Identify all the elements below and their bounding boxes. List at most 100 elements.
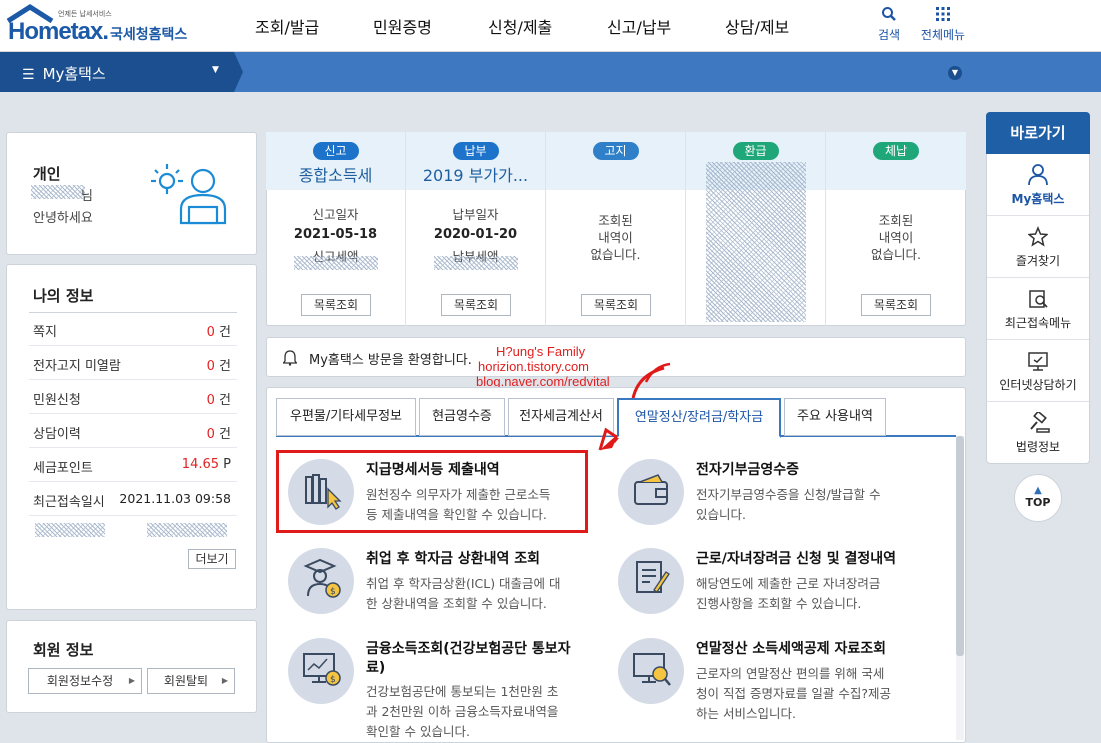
member-info-panel: 회원 정보 회원정보수정 ▶ 회원탈퇴 ▶ (6, 620, 257, 713)
hamburger-icon: ☰ (22, 67, 35, 83)
tab-mail[interactable]: 우편물/기타세무정보 (276, 398, 416, 436)
title-line: 금융소득조회(건강보험공단 통보자 (366, 641, 571, 657)
row-value: 2021.11.03 09:58 (119, 491, 231, 506)
grid-menu-icon (936, 7, 950, 21)
list-button[interactable]: 목록조회 (581, 294, 651, 316)
service-desc: 건강보험공단에 통보되는 1천만원 초 (366, 684, 559, 699)
scrollbar-thumb[interactable] (956, 436, 964, 656)
info-row-e-notice[interactable]: 전자고지 미열람 0 건 (29, 346, 237, 380)
notice-text[interactable]: My홈택스 방문을 환영합니다. (309, 349, 472, 368)
service-title: 지급명세서등 제출내역 (366, 462, 500, 478)
row-unit: 건 (219, 359, 231, 374)
row-label: 민원신청 (33, 393, 81, 408)
service-student-loan[interactable]: $ 취업 후 학자금 상환내역 조회 취업 후 학자금상환(ICL) 대출금에 … (280, 544, 590, 624)
service-year-end-data[interactable]: 연말정산 소득세액공제 자료조회 근로자의 연말정산 편의를 위해 국세 청이 … (610, 634, 920, 734)
quick-label: My홈택스 (1011, 192, 1065, 206)
row-value: 0 (206, 393, 215, 408)
chevron-down-icon[interactable]: ▼ (948, 66, 962, 80)
quick-online-consult[interactable]: 인터넷상담하기 (987, 340, 1089, 402)
status-notice: 고지 조회된 내역이 없습니다. 목록조회 (546, 132, 686, 326)
status-title[interactable]: 종합소득세 (266, 162, 405, 186)
watermark-line: H?ung's Family (496, 344, 586, 359)
user-type: 개인 (33, 165, 61, 183)
bar-notch (234, 52, 243, 92)
greeting: 안녕하세요 (33, 211, 93, 226)
row-label: 전자고지 미열람 (33, 359, 121, 374)
empty-msg: 조회된 (598, 213, 633, 228)
search-label: 검색 (877, 28, 901, 42)
list-button[interactable]: 목록조회 (301, 294, 371, 316)
arrow-up-icon: ▲ (1034, 485, 1042, 496)
svg-text:$: $ (330, 587, 336, 597)
nav-report-pay[interactable]: 신고/납부 (607, 14, 671, 38)
empty-msg: 내역이 (598, 230, 633, 245)
hometax-logo[interactable]: 언제든 납세서비스 Hometax. 국세청홈택스 (6, 4, 196, 48)
nav-consult[interactable]: 상담/제보 (725, 14, 789, 38)
header-all-menu[interactable]: 전체메뉴 (916, 6, 970, 43)
edit-member-button[interactable]: 회원정보수정 ▶ (28, 668, 142, 694)
my-info-title: 나의 정보 (33, 287, 94, 305)
service-desc: 하는 서비스입니다. (696, 706, 796, 721)
date-label: 납부일자 (452, 207, 499, 222)
quick-my-hometax[interactable]: My홈택스 (987, 154, 1089, 216)
status-payment: 납부 2019 부가가... 납부일자 2020-01-20 납부세액 목록조회 (406, 132, 546, 326)
date-value: 2020-01-20 (433, 227, 518, 242)
watermark-line: horizion.tistory.com (478, 359, 590, 374)
service-desc: 진행사항을 조회할 수 있습니다. (696, 596, 862, 611)
nav-inquiry[interactable]: 조회/발급 (255, 14, 319, 38)
tab-year-end[interactable]: 연말정산/장려금/학자금 (617, 398, 781, 438)
bar-title: My홈택스 (42, 65, 106, 83)
header-search[interactable]: 검색 (870, 6, 908, 43)
status-badge: 신고 (312, 142, 359, 160)
status-title[interactable]: 2019 부가가... (406, 162, 545, 186)
nav-certificates[interactable]: 민원증명 (373, 14, 432, 38)
row-value: 14.65 (181, 457, 220, 472)
quick-law-info[interactable]: 법령정보 (987, 402, 1089, 464)
tab-usage[interactable]: 주요 사용내역 (784, 398, 886, 436)
nav-apply[interactable]: 신청/제출 (488, 14, 552, 38)
redacted-amount (434, 256, 518, 270)
service-desc: 취업 후 학자금상환(ICL) 대출금에 대 (366, 576, 561, 591)
status-header (826, 132, 966, 190)
leave-member-button[interactable]: 회원탈퇴 ▶ (147, 668, 235, 694)
status-arrears: 체납 조회된 내역이 없습니다. 목록조회 (826, 132, 966, 326)
empty-msg: 없습니다. (871, 247, 921, 262)
info-row-memo[interactable]: 쪽지 0 건 (29, 312, 237, 346)
blog-watermark: H?ung's Family horizion.tistory.com blog… (476, 344, 610, 389)
service-financial-income[interactable]: $ 금융소득조회(건강보험공단 통보자 료) 건강보험공단에 통보되는 1천만원 … (280, 634, 592, 739)
member-title: 회원 정보 (33, 641, 94, 659)
svg-text:$: $ (330, 675, 336, 685)
tab-cash-receipt[interactable]: 현금영수증 (419, 398, 505, 436)
service-incentive[interactable]: 근로/자녀장려금 신청 및 결정내역 해당연도에 제출한 근로 자녀장려금 진행… (610, 544, 920, 624)
button-label: 회원정보수정 (46, 674, 114, 688)
status-refund: 환급 (686, 132, 826, 326)
more-button[interactable]: 더보기 (188, 549, 236, 569)
date-value: 2021-05-18 (293, 227, 378, 242)
user-computer-icon (151, 164, 227, 225)
top-label: TOP (1025, 496, 1051, 509)
service-title: 금융소득조회(건강보험공단 통보자 료) (366, 640, 592, 678)
service-payment-statements[interactable]: 지급명세서등 제출내역 원천징수 의무자가 제출한 근로소득 등 제출내역을 확… (280, 455, 590, 535)
info-row-tax-point[interactable]: 세금포인트 14.65 P (29, 448, 237, 482)
bell-icon (283, 350, 297, 366)
quick-favorites[interactable]: 즐겨찾기 (987, 216, 1089, 278)
service-donation-receipt[interactable]: 전자기부금영수증 전자기부금영수증을 신청/발급할 수 있습니다. (610, 455, 920, 535)
info-row-last-login: 최근접속일시 2021.11.03 09:58 (29, 482, 237, 516)
info-row-civil[interactable]: 민원신청 0 건 (29, 380, 237, 414)
service-desc: 있습니다. (696, 507, 746, 522)
quick-recent-menu[interactable]: 최근접속메뉴 (987, 278, 1089, 340)
profile-card: 개인 님 안녕하세요 (6, 132, 257, 255)
info-row-consult[interactable]: 상담이력 0 건 (29, 414, 237, 448)
redacted-info (35, 523, 105, 537)
list-button[interactable]: 목록조회 (861, 294, 931, 316)
list-button[interactable]: 목록조회 (441, 294, 511, 316)
row-unit: 건 (219, 427, 231, 442)
my-hometax-dropdown[interactable]: ☰ My홈택스 ▼ (0, 52, 234, 92)
empty-msg: 없습니다. (590, 247, 641, 262)
monitor-chat-icon (1028, 352, 1048, 371)
graduate-coin-icon: $ (303, 558, 341, 598)
search-icon (882, 7, 896, 21)
scroll-top-button[interactable]: ▲ TOP (1014, 474, 1062, 522)
service-title: 연말정산 소득세액공제 자료조회 (696, 641, 887, 657)
my-info-panel: 나의 정보 쪽지 0 건 전자고지 미열람 0 건 민원신청 0 건 상담이력 0 건 … (6, 264, 257, 610)
